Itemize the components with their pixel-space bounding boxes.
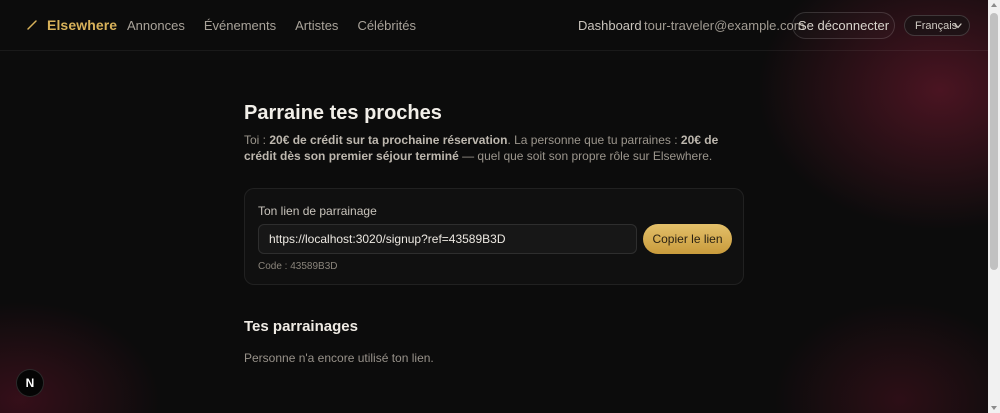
scroll-down-arrow[interactable] <box>991 406 997 410</box>
desc-reward-self: 20€ de crédit sur ta prochaine réservati… <box>269 133 508 147</box>
dashboard-link[interactable]: Dashboard <box>578 0 642 51</box>
desc-part-1: Toi : <box>244 133 270 147</box>
language-value: Français <box>915 19 958 32</box>
desc-part-5: — quel que soit son propre rôle sur Else… <box>458 149 713 163</box>
language-select[interactable]: Français <box>904 15 970 36</box>
main-nav: Annonces Événements Artistes Célébrités <box>127 18 435 33</box>
top-navigation: Elsewhere Annonces Événements Artistes C… <box>0 0 988 51</box>
referrals-empty-state: Personne n'a encore utilisé ton lien. <box>244 351 434 365</box>
referrals-heading: Tes parrainages <box>244 318 358 335</box>
referral-link-label: Ton lien de parrainage <box>258 204 377 218</box>
logout-button[interactable]: Se déconnecter <box>792 12 895 39</box>
referral-link-card: Ton lien de parrainage Copier le lien Co… <box>244 188 744 285</box>
brand-name: Elsewhere <box>47 17 118 33</box>
dev-tools-badge[interactable]: N <box>16 369 44 397</box>
brand-slash-icon <box>27 20 37 30</box>
desc-part-3: . La personne que tu parraines : <box>507 133 681 147</box>
referral-description: Toi : 20€ de crédit sur ta prochaine rés… <box>244 132 744 164</box>
page-scrollbar[interactable] <box>988 0 1000 413</box>
scroll-up-arrow[interactable] <box>991 3 997 7</box>
nav-evenements[interactable]: Événements <box>204 18 276 33</box>
chevron-down-icon <box>954 23 962 29</box>
nav-annonces[interactable]: Annonces <box>127 18 185 33</box>
page-title: Parraine tes proches <box>244 102 442 124</box>
referral-link-input[interactable] <box>258 224 637 254</box>
referral-code: Code : 43589B3D <box>258 261 338 272</box>
brand-logo[interactable]: Elsewhere <box>26 17 117 33</box>
copy-link-button[interactable]: Copier le lien <box>643 224 732 254</box>
nav-artistes[interactable]: Artistes <box>295 18 338 33</box>
nav-celebrites[interactable]: Célébrités <box>357 18 416 33</box>
user-email: tour-traveler@example.com <box>644 18 805 33</box>
scrollbar-thumb[interactable] <box>990 13 998 270</box>
